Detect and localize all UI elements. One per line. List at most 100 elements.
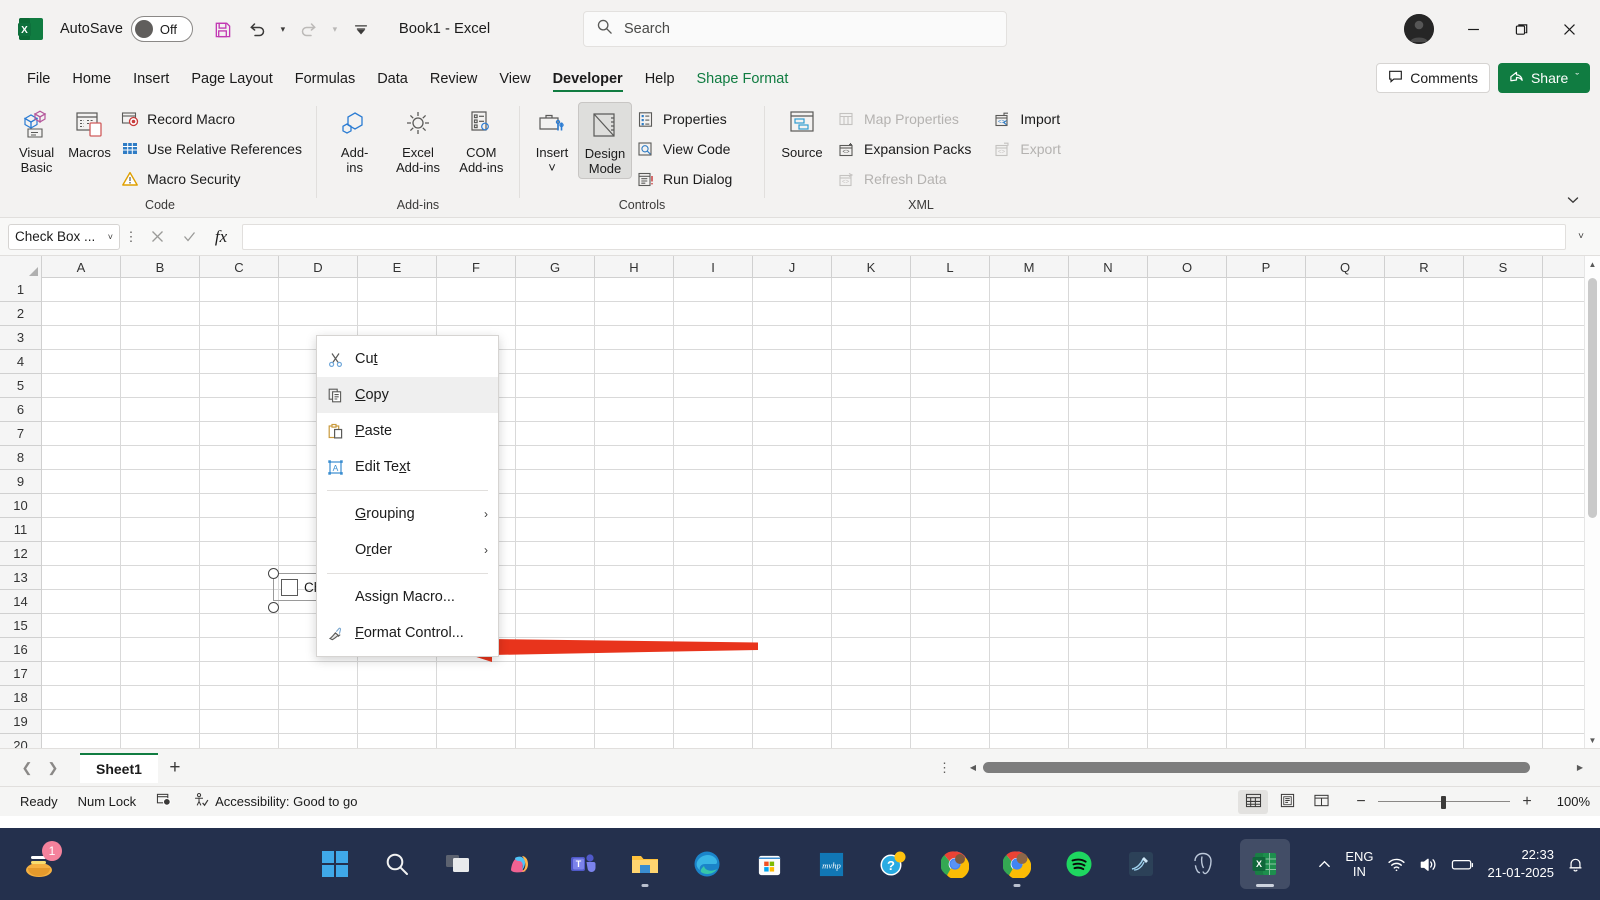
minimize-button[interactable] [1450,7,1496,51]
cells-area[interactable] [42,278,1600,748]
microsoft-store-icon[interactable] [744,839,794,889]
microsoft-excel-icon[interactable]: X [1240,839,1290,889]
avatar[interactable] [1404,14,1434,44]
vertical-scrollbar[interactable]: ▲ ▼ [1584,256,1600,748]
enter-icon[interactable] [174,223,204,251]
expand-formula-bar-icon[interactable]: ˅ [1570,223,1592,251]
wifi-icon[interactable] [1387,856,1406,873]
vertical-scroll-thumb[interactable] [1588,278,1597,518]
search-taskbar-icon[interactable] [372,839,422,889]
context-menu-item-copy[interactable]: Copy [317,377,498,413]
expansion-packs-button[interactable]: <> Expansion Packs [833,134,979,164]
column-header-D[interactable]: D [279,256,358,278]
mysql-workbench-icon[interactable] [1116,839,1166,889]
tab-developer[interactable]: Developer [542,67,634,96]
row-header-4[interactable]: 4 [0,350,41,374]
get-help-icon[interactable]: ? [868,839,918,889]
google-chrome-icon[interactable] [930,839,980,889]
row-header-5[interactable]: 5 [0,374,41,398]
tab-file[interactable]: File [16,67,61,96]
context-menu-item-order[interactable]: Order › [317,532,498,568]
macros-button[interactable]: Macros [63,102,116,162]
undo-dropdown-caret[interactable]: ▾ [275,13,291,45]
row-header-20[interactable]: 20 [0,734,41,748]
column-header-P[interactable]: P [1227,256,1306,278]
maximize-restore-button[interactable] [1498,7,1544,51]
language-indicator[interactable]: ENG IN [1345,849,1373,879]
tab-view[interactable]: View [488,67,541,96]
resize-handle-top-left[interactable] [268,568,279,579]
tab-help[interactable]: Help [634,67,686,96]
task-view-icon[interactable] [434,839,484,889]
zoom-out-button[interactable]: − [1354,793,1368,811]
scroll-right-arrow-icon[interactable]: ▶ [1572,763,1588,772]
sheet-tab-sheet1[interactable]: Sheet1 [80,752,158,783]
row-header-1[interactable]: 1 [0,278,41,302]
page-break-preview-button[interactable] [1306,790,1336,814]
tab-review[interactable]: Review [419,67,489,96]
column-header-G[interactable]: G [516,256,595,278]
row-header-8[interactable]: 8 [0,446,41,470]
clock[interactable]: 22:33 21-01-2025 [1488,846,1555,882]
status-mode[interactable]: Ready [10,794,68,809]
context-menu-item-format-control[interactable]: Format Control... [317,615,498,651]
row-header-9[interactable]: 9 [0,470,41,494]
postgresql-icon[interactable] [1178,839,1228,889]
autosave-toggle[interactable]: Off [130,16,193,42]
column-header-R[interactable]: R [1385,256,1464,278]
insert-control-button[interactable]: Insert ˅ [526,102,578,177]
macro-security-button[interactable]: Macro Security [116,164,310,194]
redo-dropdown-caret[interactable]: ▾ [327,13,343,45]
search-box[interactable]: Search [583,11,1007,47]
customize-quick-access-toolbar-icon[interactable] [345,13,377,45]
previous-sheet-icon[interactable]: ❮ [14,755,40,781]
scroll-down-arrow-icon[interactable]: ▼ [1585,732,1600,748]
context-menu-item-assign-macro[interactable]: Assign Macro... [317,579,498,615]
design-mode-button[interactable]: Design Mode [578,102,632,179]
close-button[interactable] [1546,7,1592,51]
comments-button[interactable]: Comments [1376,63,1490,93]
tab-insert[interactable]: Insert [122,67,180,96]
column-header-H[interactable]: H [595,256,674,278]
tab-formulas[interactable]: Formulas [284,67,366,96]
column-header-S[interactable]: S [1464,256,1543,278]
tab-data[interactable]: Data [366,67,419,96]
mvhp-app-icon[interactable]: mvhp [806,839,856,889]
view-code-button[interactable]: View Code [632,134,740,164]
tab-page-layout[interactable]: Page Layout [180,67,283,96]
column-header-L[interactable]: L [911,256,990,278]
row-header-11[interactable]: 11 [0,518,41,542]
column-header-J[interactable]: J [753,256,832,278]
row-header-3[interactable]: 3 [0,326,41,350]
file-explorer-icon[interactable] [620,839,670,889]
select-all-corner-icon[interactable] [0,256,42,278]
record-macro-button[interactable]: Record Macro [116,104,310,134]
properties-button[interactable]: Properties [632,104,740,134]
excel-add-ins-button[interactable]: Excel Add-ins [386,102,449,177]
start-button[interactable] [310,839,360,889]
insert-function-icon[interactable]: fx [206,223,236,251]
notification-bell-icon[interactable] [1567,856,1584,873]
row-header-16[interactable]: 16 [0,638,41,662]
horizontal-scroll-track[interactable] [981,762,1572,773]
save-icon[interactable] [207,13,239,45]
cancel-icon[interactable] [142,223,172,251]
tab-shape-format[interactable]: Shape Format [686,67,800,96]
context-menu-item-edit-text[interactable]: A Edit Text [317,449,498,485]
column-header-F[interactable]: F [437,256,516,278]
column-header-M[interactable]: M [990,256,1069,278]
row-header-12[interactable]: 12 [0,542,41,566]
status-num-lock[interactable]: Num Lock [68,794,147,809]
horizontal-scroll-thumb[interactable] [983,762,1530,773]
column-header-Q[interactable]: Q [1306,256,1385,278]
tab-home[interactable]: Home [61,67,122,96]
row-header-7[interactable]: 7 [0,422,41,446]
google-chrome-profile-icon[interactable] [992,839,1042,889]
row-header-15[interactable]: 15 [0,614,41,638]
notes-app-icon[interactable]: 1 [14,839,64,889]
row-header-19[interactable]: 19 [0,710,41,734]
resize-handle-bottom-left[interactable] [268,602,279,613]
column-header-A[interactable]: A [42,256,121,278]
status-accessibility[interactable]: Accessibility: Good to go [183,792,367,811]
column-header-B[interactable]: B [121,256,200,278]
